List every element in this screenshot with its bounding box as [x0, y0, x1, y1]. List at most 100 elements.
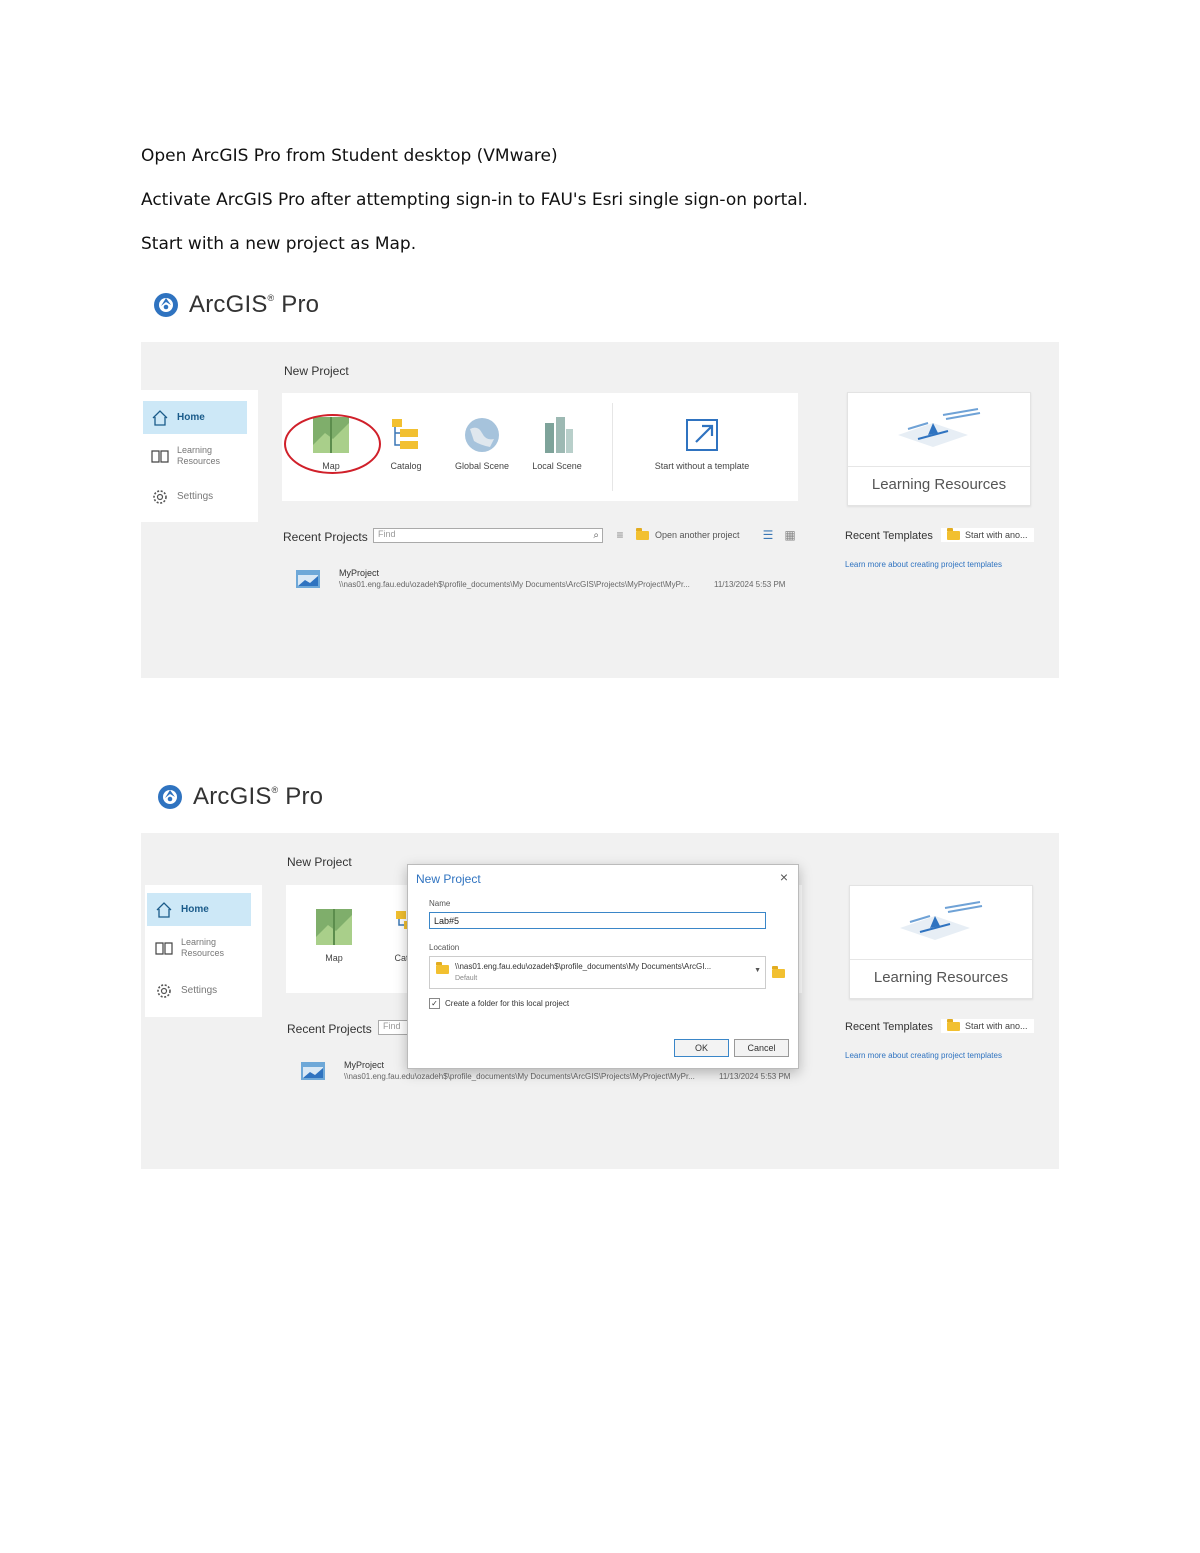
sidebar-item-label: Learning Resources: [181, 936, 225, 958]
home-icon: [156, 901, 172, 918]
project-date: 11/13/2024 5:53 PM: [719, 1072, 791, 1081]
new-project-dialog: New Project × Name Location \\nas01.eng.…: [407, 864, 799, 1069]
sidebar-item-settings[interactable]: Settings: [143, 480, 247, 513]
card-divider: [848, 466, 1030, 467]
learn-templates-link[interactable]: Learn more about creating project templa…: [845, 560, 1002, 569]
home-icon: [152, 409, 168, 426]
sidebar-item-settings[interactable]: Settings: [147, 974, 251, 1007]
brand-name: ArcGIS® Pro: [189, 291, 320, 318]
project-date: 11/13/2024 5:53 PM: [714, 580, 786, 589]
brand-name: ArcGIS® Pro: [193, 783, 324, 810]
recent-projects-label: Recent Projects: [287, 1022, 372, 1036]
sidebar-item-label: Home: [181, 904, 209, 915]
create-folder-checkbox[interactable]: ✓ Create a folder for this local project: [429, 998, 569, 1009]
sidebar: Home Learning Resources Settings: [141, 390, 258, 522]
location-dropdown[interactable]: \\nas01.eng.fau.edu\ozadeh$\profile_docu…: [429, 956, 766, 989]
sidebar: Home Learning Resources Settings: [145, 885, 262, 1017]
learning-illustration-icon: [898, 408, 981, 447]
search-placeholder: Find: [383, 1021, 401, 1031]
folder-icon: [947, 1018, 960, 1031]
tile-start-without-template[interactable]: Start without a template: [647, 415, 757, 471]
gear-icon: [153, 489, 167, 504]
learning-resources-title: Learning Resources: [871, 476, 1007, 493]
folder-icon: [636, 527, 649, 540]
card-divider: [850, 959, 1032, 960]
recent-projects-search-input[interactable]: Find ⌕: [373, 528, 603, 543]
sidebar-item-label: Settings: [177, 491, 214, 502]
cancel-button[interactable]: Cancel: [734, 1039, 789, 1057]
recent-project-row[interactable]: MyProject \\nas01.eng.fau.edu\ozadeh$\pr…: [296, 568, 801, 598]
grid-view-icon[interactable]: ▦: [783, 528, 797, 542]
open-arrow-icon: [686, 419, 718, 451]
open-another-project-button[interactable]: Open another project: [636, 527, 740, 540]
new-project-title: New Project: [287, 855, 352, 869]
book-icon: [155, 941, 173, 955]
sort-icon[interactable]: ≡: [613, 528, 627, 542]
tile-global-scene[interactable]: Global Scene: [448, 415, 516, 471]
sidebar-item-label: Home: [177, 412, 205, 423]
recent-template-item[interactable]: Start with ano...: [941, 527, 1034, 542]
map-icon: [316, 909, 352, 945]
recent-templates-label: Recent Templates: [845, 1021, 933, 1033]
search-placeholder: Find: [378, 529, 396, 539]
project-icon: [301, 1062, 325, 1080]
gear-icon: [157, 983, 171, 998]
tile-separator: [612, 403, 613, 491]
project-name-input[interactable]: [429, 912, 766, 929]
folder-icon: [947, 527, 960, 540]
checkbox-label: Create a folder for this local project: [445, 999, 570, 1008]
sidebar-item-learning-resources[interactable]: Learning Resources: [143, 439, 247, 472]
learning-illustration-icon: [900, 901, 983, 940]
new-project-title: New Project: [284, 364, 349, 378]
tile-local-scene[interactable]: Local Scene: [523, 415, 591, 471]
sidebar-item-home[interactable]: Home: [147, 893, 251, 926]
catalog-icon: [392, 419, 418, 449]
tile-catalog[interactable]: Catalog: [372, 415, 440, 471]
open-another-project-label: Open another project: [655, 530, 740, 540]
tile-map[interactable]: Map: [300, 907, 368, 963]
learn-templates-link[interactable]: Learn more about creating project templa…: [845, 1051, 1002, 1060]
arcgis-start-page-2: Home Learning Resources Settings New Proj…: [141, 833, 1059, 1169]
browse-folder-icon[interactable]: [772, 966, 785, 978]
folder-icon: [436, 962, 449, 974]
chevron-down-icon: ▼: [754, 967, 761, 974]
name-label: Name: [429, 899, 451, 908]
arcgis-globe-icon: [154, 293, 178, 317]
location-label: Location: [429, 943, 460, 952]
location-default: Default: [455, 975, 478, 982]
sidebar-item-label: Learning Resources: [177, 444, 221, 466]
globe-icon: [465, 418, 499, 452]
project-name: MyProject: [339, 568, 380, 578]
red-annotation-circle: [284, 414, 381, 474]
list-view-icon[interactable]: ☰: [761, 528, 775, 542]
sidebar-item-label: Settings: [181, 985, 218, 996]
instruction-line-3: Start with a new project as Map.: [141, 234, 417, 254]
template-label: Start with ano...: [965, 530, 1028, 540]
instruction-line-2: Activate ArcGIS Pro after attempting sig…: [141, 190, 808, 210]
book-icon: [151, 449, 169, 463]
recent-template-item[interactable]: Start with ano...: [941, 1018, 1034, 1033]
recent-templates-label: Recent Templates: [845, 530, 933, 542]
close-icon[interactable]: ×: [780, 869, 788, 885]
ok-button[interactable]: OK: [674, 1039, 729, 1057]
search-icon: ⌕: [593, 530, 599, 541]
learning-resources-card[interactable]: Learning Resources: [849, 885, 1033, 999]
location-path: \\nas01.eng.fau.edu\ozadeh$\profile_docu…: [455, 962, 712, 971]
arcgis-globe-icon: [158, 785, 182, 809]
checkbox-checked-icon: ✓: [429, 998, 440, 1009]
recent-projects-search-input[interactable]: Find: [378, 1020, 408, 1035]
arcgis-start-page-1: Home Learning Resources Settings New Proj…: [141, 342, 1059, 678]
learning-resources-title: Learning Resources: [873, 969, 1009, 986]
learning-resources-card[interactable]: Learning Resources: [847, 392, 1031, 506]
buildings-icon: [545, 417, 573, 453]
project-path: \\nas01.eng.fau.edu\ozadeh$\profile_docu…: [339, 580, 690, 589]
template-label: Start with ano...: [965, 1021, 1028, 1031]
instruction-line-1: Open ArcGIS Pro from Student desktop (VM…: [141, 146, 558, 166]
project-path: \\nas01.eng.fau.edu\ozadeh$\profile_docu…: [344, 1072, 695, 1081]
project-icon: [296, 570, 320, 588]
dialog-title: New Project: [416, 872, 481, 886]
sidebar-item-learning-resources[interactable]: Learning Resources: [147, 931, 251, 964]
recent-projects-label: Recent Projects: [283, 530, 368, 544]
arcgis-pro-brand: ArcGIS® Pro: [157, 783, 323, 811]
sidebar-item-home[interactable]: Home: [143, 401, 247, 434]
